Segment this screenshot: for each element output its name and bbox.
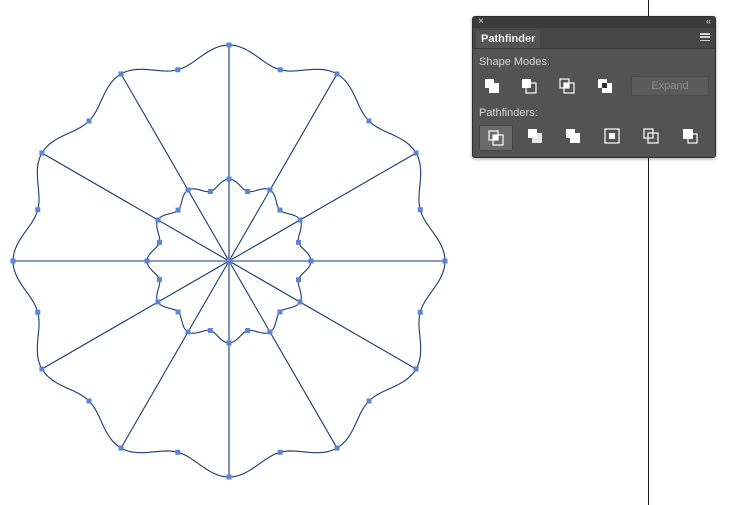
pathfinders-label: Pathfinders:	[479, 107, 538, 119]
anchor-point[interactable]	[297, 217, 303, 223]
anchor-point[interactable]	[35, 207, 41, 213]
anchor-point[interactable]	[185, 329, 191, 335]
minus-back-icon	[683, 129, 698, 144]
anchor-point[interactable]	[207, 188, 213, 194]
anchor-point[interactable]	[226, 176, 232, 182]
anchor-point[interactable]	[417, 309, 423, 315]
anchor-point[interactable]	[35, 309, 41, 315]
expand-button[interactable]: Expand	[631, 76, 709, 96]
anchor-point[interactable]	[277, 449, 283, 455]
anchor-point[interactable]	[155, 217, 161, 223]
panel-titlebar[interactable]: × ‹‹	[473, 15, 715, 28]
anchor-point[interactable]	[10, 258, 16, 264]
spoke-line[interactable]	[228, 73, 338, 262]
intersect-button[interactable]	[556, 75, 578, 97]
anchor-point[interactable]	[175, 309, 181, 315]
anchor-point[interactable]	[366, 118, 372, 124]
anchor-point[interactable]	[413, 150, 419, 156]
anchor-point[interactable]	[245, 188, 251, 194]
unite-icon	[485, 79, 499, 93]
anchor-point[interactable]	[144, 258, 150, 264]
anchor-point[interactable]	[156, 239, 162, 245]
spoke-line[interactable]	[228, 152, 417, 262]
crop-button[interactable]	[601, 125, 623, 147]
anchor-point[interactable]	[175, 449, 181, 455]
anchor-point[interactable]	[185, 187, 191, 193]
minus-front-icon	[522, 79, 537, 94]
exclude-icon	[598, 79, 612, 93]
anchor-point[interactable]	[417, 207, 423, 213]
minus-back-button[interactable]	[679, 125, 701, 147]
anchor-point[interactable]	[245, 328, 251, 334]
anchor-point[interactable]	[277, 309, 283, 315]
anchor-point[interactable]	[226, 340, 232, 346]
exclude-button[interactable]	[594, 75, 616, 97]
anchor-point[interactable]	[226, 474, 232, 480]
divide-icon	[488, 130, 504, 146]
anchor-point[interactable]	[86, 118, 92, 124]
anchor-point[interactable]	[86, 398, 92, 404]
spoke-line[interactable]	[228, 260, 338, 449]
trim-button[interactable]	[524, 125, 546, 147]
shape-modes-label: Shape Modes:	[479, 56, 550, 68]
panel-menu-icon[interactable]	[700, 33, 710, 41]
anchor-point[interactable]	[296, 277, 302, 283]
flower-artwork[interactable]	[10, 42, 448, 480]
anchor-point[interactable]	[296, 239, 302, 245]
anchor-point[interactable]	[267, 329, 273, 335]
anchor-point[interactable]	[277, 67, 283, 73]
anchor-point[interactable]	[175, 67, 181, 73]
anchor-point[interactable]	[334, 445, 340, 451]
merge-button[interactable]	[562, 125, 584, 147]
outline-icon	[643, 128, 659, 144]
anchor-point[interactable]	[207, 328, 213, 334]
anchor-point[interactable]	[226, 258, 232, 264]
crop-icon	[604, 128, 620, 144]
intersect-icon	[559, 78, 575, 94]
pathfinder-panel: × ‹‹ Pathfinder Shape Modes: Expand Path…	[472, 16, 716, 158]
anchor-point[interactable]	[155, 299, 161, 305]
minus-front-button[interactable]	[518, 75, 540, 97]
anchor-point[interactable]	[39, 366, 45, 372]
divide-button[interactable]	[479, 125, 513, 151]
anchor-point[interactable]	[226, 42, 232, 48]
spoke-line[interactable]	[120, 73, 230, 262]
anchor-point[interactable]	[277, 207, 283, 213]
anchor-point[interactable]	[118, 71, 124, 77]
anchor-point[interactable]	[334, 71, 340, 77]
spoke-line[interactable]	[120, 260, 230, 449]
anchor-point[interactable]	[156, 277, 162, 283]
anchor-point[interactable]	[39, 150, 45, 156]
tab-pathfinder[interactable]: Pathfinder	[476, 30, 541, 48]
close-icon[interactable]: ×	[478, 15, 484, 28]
anchor-point[interactable]	[308, 258, 314, 264]
spoke-line[interactable]	[41, 152, 230, 262]
unite-button[interactable]	[481, 75, 503, 97]
anchor-point[interactable]	[366, 398, 372, 404]
panel-tab-row: Pathfinder	[473, 28, 715, 49]
collapse-icon[interactable]: ‹‹	[706, 15, 711, 28]
anchor-point[interactable]	[297, 299, 303, 305]
spoke-line[interactable]	[41, 260, 230, 370]
trim-icon	[528, 129, 542, 143]
anchor-point[interactable]	[442, 258, 448, 264]
anchor-point[interactable]	[175, 207, 181, 213]
outline-button[interactable]	[640, 125, 662, 147]
anchor-point[interactable]	[118, 445, 124, 451]
anchor-point[interactable]	[267, 187, 273, 193]
anchor-point[interactable]	[413, 366, 419, 372]
merge-icon	[566, 129, 580, 143]
spoke-line[interactable]	[228, 260, 417, 370]
